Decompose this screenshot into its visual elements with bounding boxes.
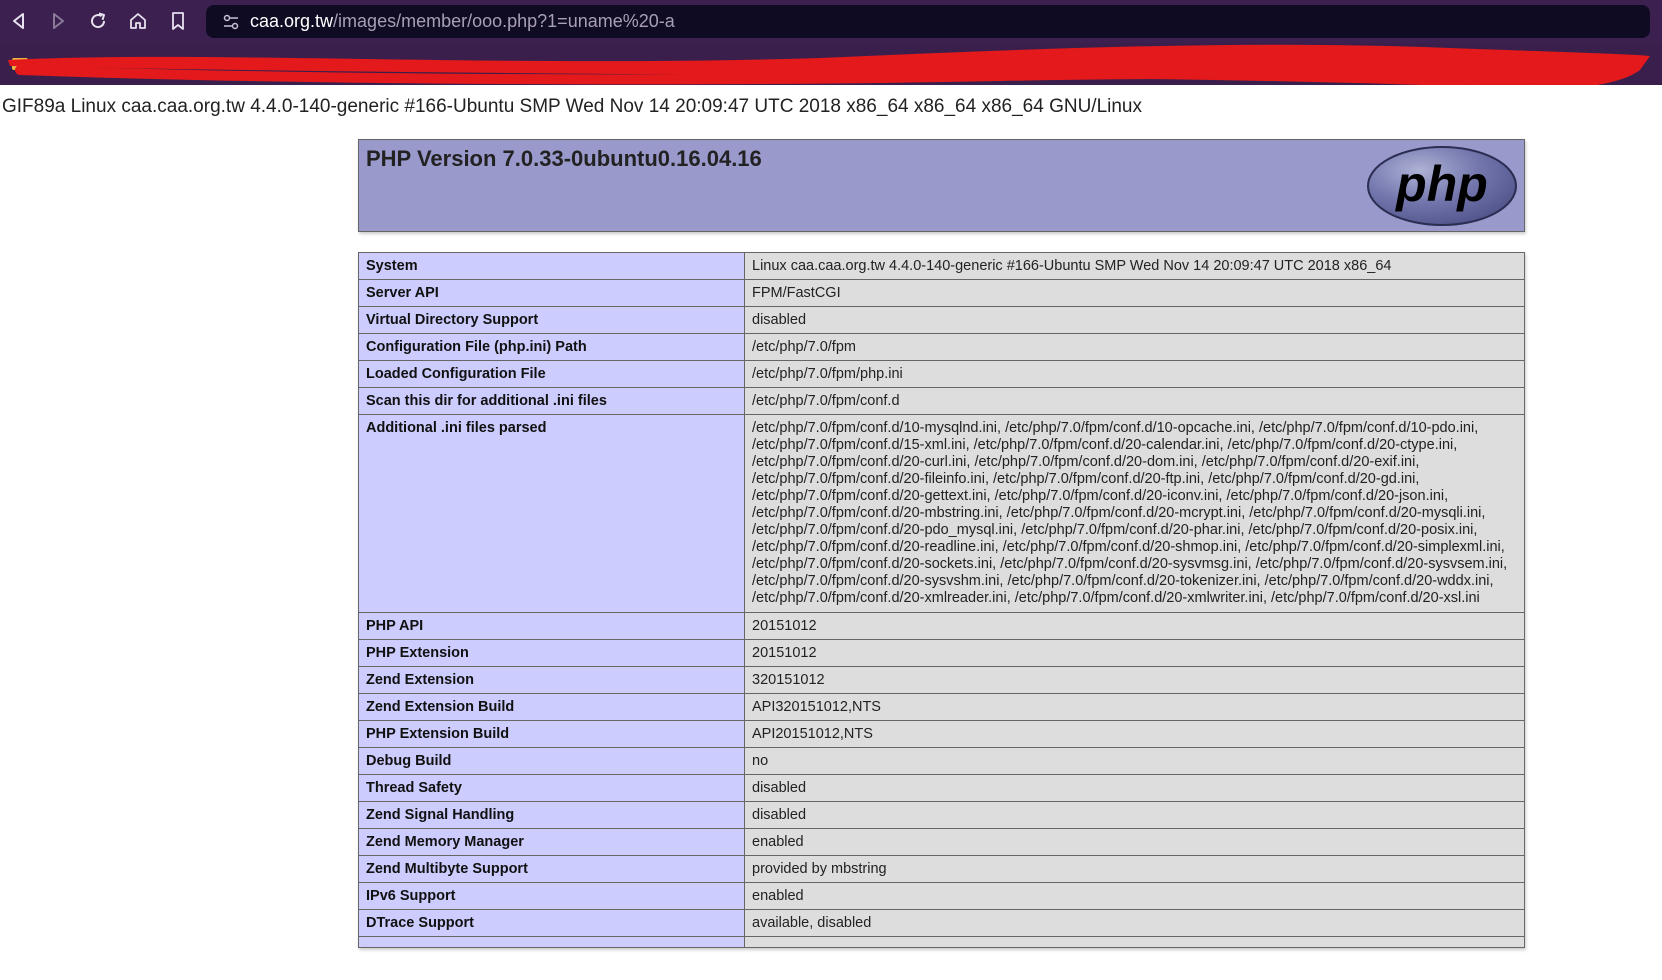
phpinfo-table: System Linux caa.caa.org.tw 4.4.0-140-gen… <box>358 252 1525 948</box>
site-settings-icon[interactable] <box>220 11 242 33</box>
home-icon[interactable] <box>125 8 151 34</box>
row-value: provided by mbstring <box>744 855 1525 883</box>
bookmark-icon[interactable] <box>165 8 191 34</box>
address-bar[interactable]: caa.org.tw/images/member/ooo.php?1=uname… <box>206 5 1650 38</box>
row-value: available, disabled <box>744 909 1525 937</box>
row-value: disabled <box>744 306 1525 334</box>
folder-icon <box>12 58 28 70</box>
php-logo-text: php <box>1394 156 1488 212</box>
row-value: 320151012 <box>744 666 1525 694</box>
browser-chrome: caa.org.tw/images/member/ooo.php?1=uname… <box>0 0 1662 85</box>
row-key: Loaded Configuration File <box>358 360 745 388</box>
row-value: API320151012,NTS <box>744 693 1525 721</box>
phpinfo: PHP Version 7.0.33-0ubuntu0.16.04.16 php… <box>358 139 1525 948</box>
table-row: Loaded Configuration File/etc/php/7.0/fp… <box>358 360 1525 388</box>
row-key: Virtual Directory Support <box>358 306 745 334</box>
url-host: caa.org.tw <box>250 11 334 31</box>
toolbar: caa.org.tw/images/member/ooo.php?1=uname… <box>0 0 1662 43</box>
row-key <box>358 936 745 948</box>
table-row: DTrace Support available, disabled <box>358 909 1525 937</box>
php-version-title: PHP Version 7.0.33-0ubuntu0.16.04.16 <box>366 146 762 171</box>
table-row: Configuration File (php.ini) Path/etc/ph… <box>358 333 1525 361</box>
table-row: Zend Multibyte Support provided by mbstri… <box>358 855 1525 883</box>
bookmark-item[interactable]: Elter <box>1072 55 1099 73</box>
table-row: Debug Build no <box>358 747 1525 775</box>
table-row: Zend Memory Manager enabled <box>358 828 1525 856</box>
folder-icon <box>1130 58 1146 70</box>
row-value: no <box>744 747 1525 775</box>
row-value: /etc/php/7.0/fpm/conf.d/10-mysqlnd.ini, … <box>744 414 1525 613</box>
row-key: Debug Build <box>358 747 745 775</box>
url-text[interactable]: caa.org.tw/images/member/ooo.php?1=uname… <box>250 11 675 32</box>
row-value: Linux caa.caa.org.tw 4.4.0-140-generic #… <box>744 252 1525 280</box>
back-icon[interactable] <box>6 8 32 34</box>
row-key: Thread Safety <box>358 774 745 802</box>
table-row <box>358 936 1525 948</box>
row-key: Zend Extension <box>358 666 745 694</box>
table-row: Zend Extension Build API320151012,NTS <box>358 693 1525 721</box>
row-key: Zend Signal Handling <box>358 801 745 829</box>
row-value <box>744 936 1525 948</box>
table-row: PHP Extension 20151012 <box>358 639 1525 667</box>
table-row: Additional .ini files parsed/etc/php/7.0… <box>358 414 1525 613</box>
row-key: System <box>358 252 745 280</box>
table-row: Scan this dir for additional .ini files /… <box>358 387 1525 415</box>
table-row: PHP API 20151012 <box>358 612 1525 640</box>
table-row: Thread Safety disabled <box>358 774 1525 802</box>
table-row: Zend Signal Handling disabled <box>358 801 1525 829</box>
row-key: IPv6 Support <box>358 882 745 910</box>
row-key: Scan this dir for additional .ini files <box>358 387 745 415</box>
row-value: 20151012 <box>744 612 1525 640</box>
row-key: PHP Extension <box>358 639 745 667</box>
table-row: System Linux caa.caa.org.tw 4.4.0-140-gen… <box>358 252 1525 280</box>
row-key: Zend Memory Manager <box>358 828 745 856</box>
row-value: /etc/php/7.0/fpm/php.ini <box>744 360 1525 388</box>
table-row: IPv6 Support enabled <box>358 882 1525 910</box>
row-value: disabled <box>744 801 1525 829</box>
row-value: /etc/php/7.0/fpm/conf.d <box>744 387 1525 415</box>
row-key: DTrace Support <box>358 909 745 937</box>
table-row: PHP Extension Build API20151012,NTS <box>358 720 1525 748</box>
folder-icon <box>1050 58 1066 70</box>
row-key: Additional .ini files parsed <box>358 414 745 613</box>
row-key: Zend Multibyte Support <box>358 855 745 883</box>
phpinfo-header: PHP Version 7.0.33-0ubuntu0.16.04.16 php <box>358 139 1525 232</box>
forward-icon[interactable] <box>45 8 71 34</box>
row-value: FPM/FastCGI <box>744 279 1525 307</box>
row-key: Configuration File (php.ini) Path <box>358 333 745 361</box>
row-value: API20151012,NTS <box>744 720 1525 748</box>
uname-output: GIF89a Linux caa.caa.org.tw 4.4.0-140-ge… <box>2 96 1142 117</box>
table-row: Virtual Directory Support disabled <box>358 306 1525 334</box>
row-key: Server API <box>358 279 745 307</box>
php-logo: php <box>1367 146 1517 226</box>
reload-icon[interactable] <box>85 8 111 34</box>
table-row: Server API FPM/FastCGI <box>358 279 1525 307</box>
bookmarks-bar: Elter <box>0 43 1662 85</box>
row-key: PHP API <box>358 612 745 640</box>
row-key: PHP Extension Build <box>358 720 745 748</box>
table-row: Zend Extension 320151012 <box>358 666 1525 694</box>
row-key: Zend Extension Build <box>358 693 745 721</box>
row-value: disabled <box>744 774 1525 802</box>
url-path: /images/member/ooo.php?1=uname%20-a <box>333 11 675 31</box>
row-value: 20151012 <box>744 639 1525 667</box>
row-value: /etc/php/7.0/fpm <box>744 333 1525 361</box>
phpinfo-table-body: System Linux caa.caa.org.tw 4.4.0-140-gen… <box>358 252 1525 948</box>
row-value: enabled <box>744 828 1525 856</box>
row-value: enabled <box>744 882 1525 910</box>
